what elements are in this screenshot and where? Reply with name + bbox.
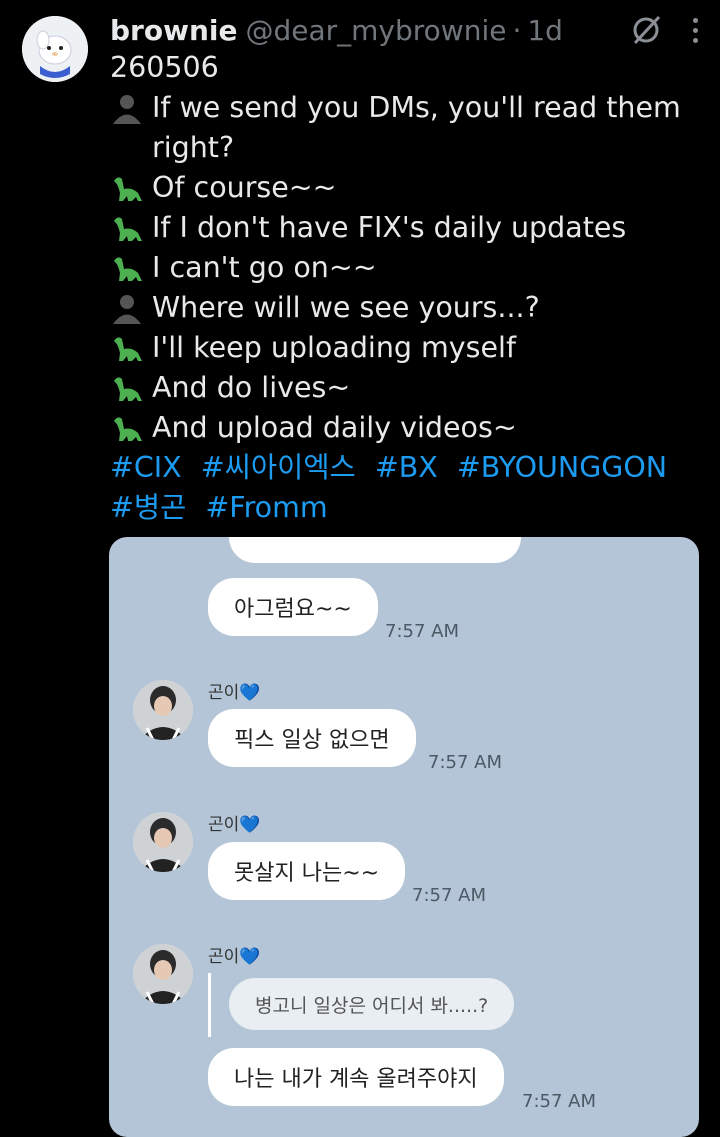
sender-avatar (133, 680, 193, 740)
tweet-line: I'll keep uploading myself (110, 328, 700, 368)
tweet-line: Of course~~ (110, 168, 700, 208)
profile-avatar[interactable] (22, 16, 88, 82)
tweet-line: And do lives~ (110, 368, 700, 408)
sender-name-text: 곤이💙 (208, 683, 261, 703)
sender-name: 곤이💙 (208, 942, 260, 967)
tweet-line: And upload daily videos~ (110, 408, 700, 448)
chat-bubble: 아그럼요~~ (208, 578, 378, 636)
line-text: I can't go on~~ (152, 251, 377, 284)
chat-bubble: 픽스 일상 없으면 (208, 709, 416, 767)
message-time: 7:57 AM (412, 885, 486, 906)
line-text: Of course~~ (152, 171, 337, 204)
person-silhouette-icon (113, 295, 141, 324)
message-time: 7:57 AM (385, 621, 459, 642)
sauropod-icon (114, 377, 142, 401)
sender-name: 곤이💙 (208, 810, 260, 835)
attached-chat-screenshot[interactable]: 아그럼요~~ 7:57 AM 곤이💙 픽스 일상 없으면 7:57 AM 곤이💙… (109, 537, 699, 1137)
hashtag-link[interactable]: #Fromm (205, 491, 327, 524)
header-actions (626, 10, 700, 50)
author-name[interactable]: brownie (110, 14, 237, 47)
cutoff-chat-bubble (229, 537, 521, 563)
separator-dot: · (512, 13, 522, 47)
line-text: If I don't have FIX's daily updates (152, 211, 627, 244)
hashtag-list: #CIX #씨아이엑스 #BX #BYOUNGGON #병곤 #Fromm (110, 448, 700, 528)
sauropod-icon (114, 417, 142, 441)
tweet-header: brownie @dear_mybrownie · 1d (110, 10, 700, 50)
sender-name: 곤이💙 (208, 678, 260, 703)
sender-name-text: 곤이💙 (208, 815, 261, 835)
hashtag-link[interactable]: #씨아이엑스 (201, 451, 356, 484)
line-text: And upload daily videos~ (152, 411, 517, 444)
tweet-line: I can't go on~~ (110, 248, 700, 288)
sender-avatar (133, 812, 193, 872)
date-line: 260506 (110, 51, 219, 84)
sauropod-icon (114, 217, 142, 241)
tweet-line: Where will we see yours...? (110, 288, 700, 328)
line-text: Where will we see yours...? (152, 291, 540, 324)
tweet-body: 260506 If we send you DMs, you'll read t… (110, 48, 700, 528)
post-time[interactable]: 1d (527, 14, 563, 47)
line-text: If we send you DMs, you'll read them rig… (152, 91, 681, 164)
sender-name-text: 곤이💙 (208, 947, 261, 967)
hashtag-link[interactable]: #병곤 (110, 491, 186, 524)
chat-bubble: 나는 내가 계속 올려주야지 (208, 1048, 504, 1106)
hashtag-link[interactable]: #BX (375, 451, 438, 484)
message-time: 7:57 AM (428, 752, 502, 773)
reply-quote-bar (208, 973, 211, 1037)
more-options-icon[interactable] (690, 10, 700, 50)
quoted-message: 병고니 일상은 어디서 봐.....? (229, 978, 515, 1030)
tweet-line: If I don't have FIX's daily updates (110, 208, 700, 248)
sauropod-icon (114, 337, 142, 361)
message-time: 7:57 AM (522, 1091, 596, 1112)
slashed-circle-icon[interactable] (626, 10, 666, 50)
sauropod-icon (114, 177, 142, 201)
sender-avatar (133, 944, 193, 1004)
line-text: I'll keep uploading myself (152, 331, 517, 364)
author-handle[interactable]: @dear_mybrownie (245, 14, 506, 47)
line-text: And do lives~ (152, 371, 351, 404)
person-silhouette-icon (113, 95, 141, 124)
chat-bubble: 못살지 나는~~ (208, 842, 406, 900)
hashtag-link[interactable]: #CIX (110, 451, 182, 484)
sauropod-icon (114, 257, 142, 281)
tweet-line: If we send you DMs, you'll read them rig… (110, 88, 700, 168)
hashtag-link[interactable]: #BYOUNGGON (457, 451, 667, 484)
